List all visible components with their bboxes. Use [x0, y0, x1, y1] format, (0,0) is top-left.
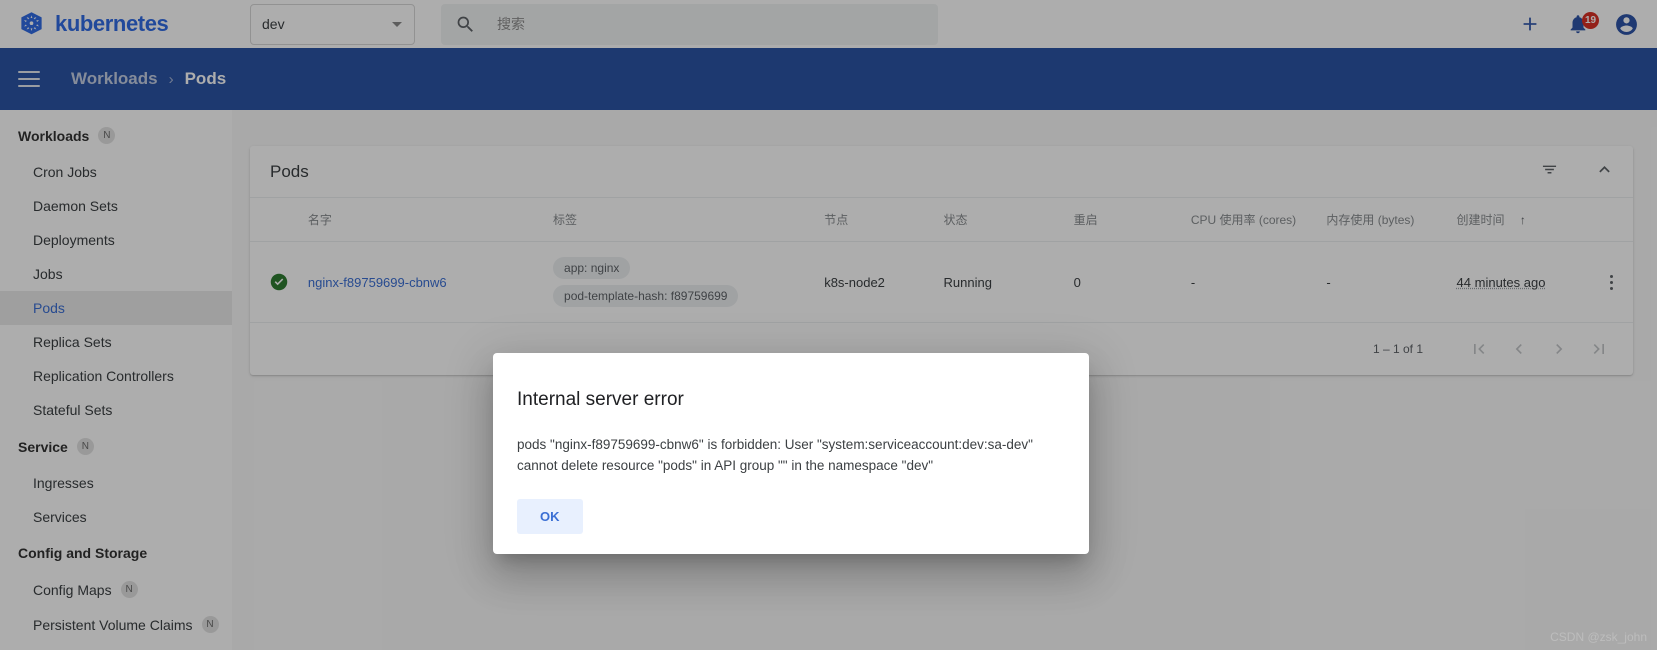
dialog-actions: OK [517, 498, 1065, 534]
internal-server-error-dialog: Internal server error pods "nginx-f89759… [493, 353, 1089, 554]
kubernetes-dashboard: kubernetes dev 19 [0, 0, 1657, 650]
dialog-message: pods "nginx-f89759699-cbnw6" is forbidde… [517, 437, 1033, 473]
dialog-title: Internal server error [517, 389, 684, 410]
ok-button[interactable]: OK [517, 498, 583, 534]
watermark: CSDN @zsk_john [1550, 630, 1647, 644]
